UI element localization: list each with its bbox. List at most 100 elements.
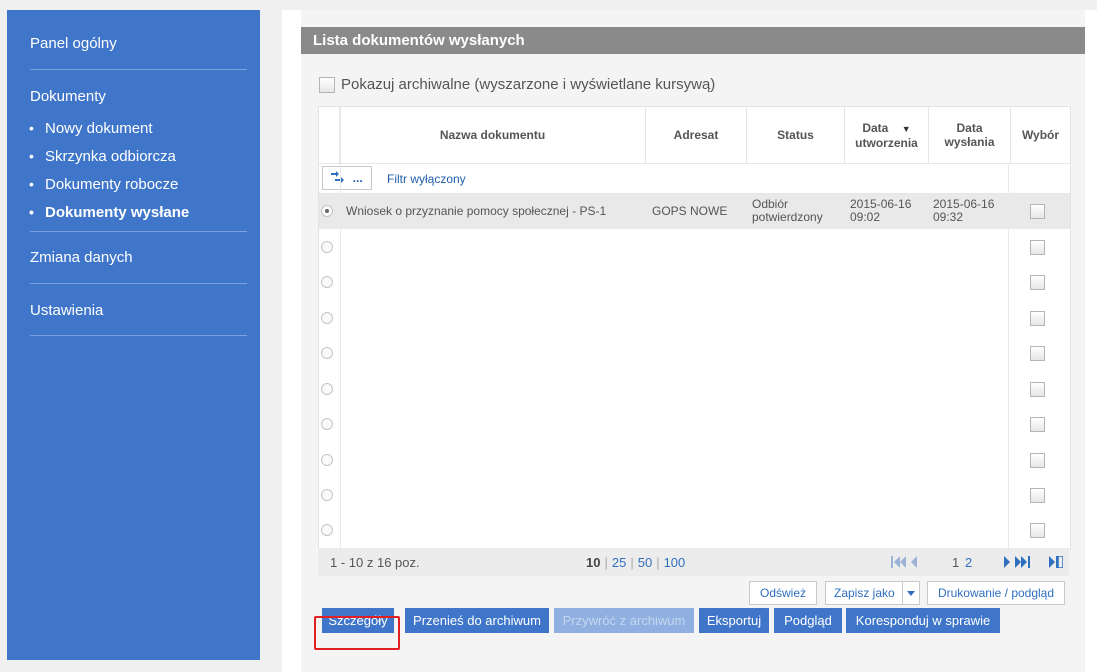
row-checkbox[interactable] (1030, 204, 1045, 219)
table-row[interactable] (319, 407, 1070, 442)
row-checkbox[interactable] (1030, 488, 1045, 503)
row-radio[interactable] (321, 418, 333, 430)
details-highlight-frame (314, 616, 400, 650)
row-radio[interactable] (321, 276, 333, 288)
sidebar: Panel ogólny Dokumenty • Nowy dokument • S… (7, 10, 260, 660)
header-wybor: Wybór (1021, 128, 1060, 142)
save-as-button[interactable]: Zapisz jako (825, 581, 903, 605)
nav-divider (30, 231, 247, 232)
table-row[interactable] (319, 230, 1070, 265)
cell-status: Odbiór potwierdzony (752, 198, 823, 224)
nav-item-label: Dokumenty wysłane (45, 204, 190, 221)
nav-item-nowy-dokument[interactable]: • Nowy dokument (29, 120, 153, 137)
nav-zmiana-danych[interactable]: Zmiana danych (30, 249, 133, 266)
filter-row: ... Filtr wyłączony (319, 163, 1070, 194)
cell-status-line1: Odbiór (752, 197, 789, 211)
row-radio[interactable] (321, 454, 333, 466)
table-row[interactable]: Wniosek o przyznanie pomocy społecznej -… (319, 194, 1070, 229)
header-nazwa[interactable]: Nazwa dokumentu (340, 107, 646, 163)
nav-divider (30, 69, 247, 70)
content-area: Lista dokumentów wysłanych Pokazuj archi… (301, 10, 1085, 672)
chevron-down-icon (907, 586, 915, 600)
page-1[interactable]: 1 (952, 555, 959, 570)
row-radio[interactable] (321, 312, 333, 324)
table-row[interactable] (319, 443, 1070, 478)
row-checkbox[interactable] (1030, 311, 1045, 326)
export-button[interactable]: Eksportuj (699, 608, 769, 633)
table-row[interactable] (319, 265, 1070, 300)
filter-status[interactable]: Filtr wyłączony (387, 172, 466, 186)
header-data-utw-line2: utworzenia (855, 135, 918, 150)
nav-panel-ogolny[interactable]: Panel ogólny (30, 35, 117, 52)
header-data-wys-line2: wysłania (944, 135, 995, 149)
row-radio[interactable] (321, 205, 333, 217)
bullet-icon: • (29, 176, 34, 192)
top-band (282, 0, 1097, 10)
table-row[interactable] (319, 336, 1070, 371)
nav-item-dokumenty-robocze[interactable]: • Dokumenty robocze (29, 176, 178, 193)
preview-button[interactable]: Podgląd (774, 608, 842, 633)
row-checkbox[interactable] (1030, 346, 1045, 361)
table-row[interactable] (319, 372, 1070, 407)
nav-item-label: Skrzynka odbiorcza (45, 148, 176, 165)
bullet-icon: • (29, 204, 34, 220)
correspond-button[interactable]: Koresponduj w sprawie (846, 608, 1000, 633)
row-radio[interactable] (321, 524, 333, 536)
archive-checkbox[interactable] (319, 77, 335, 94)
save-as-dropdown[interactable] (902, 581, 920, 605)
page-size-selector: 10 | 25 | 50 | 100 (586, 555, 686, 570)
nav-item-label: Nowy dokument (45, 120, 153, 137)
nav-dokumenty[interactable]: Dokumenty (30, 88, 106, 105)
filter-button[interactable]: ... (322, 166, 372, 190)
table-row[interactable] (319, 513, 1070, 548)
nav-ustawienia[interactable]: Ustawienia (30, 302, 103, 319)
cell-utw-date: 2015-06-16 (850, 197, 912, 211)
sort-arrow-icon: ▼ (901, 123, 911, 134)
restore-from-archive-button[interactable]: Przywróć z archiwum (554, 608, 694, 633)
last-page-icon[interactable] (1049, 555, 1064, 571)
documents-table: Nazwa dokumentu Adresat Status Data ▼ ut… (318, 106, 1071, 550)
next-page-icon[interactable] (1004, 556, 1030, 571)
cell-status-line2: potwierdzony (752, 210, 823, 224)
refresh-button[interactable]: Odśwież (749, 581, 817, 605)
header-status[interactable]: Status (747, 107, 845, 163)
list-title: Lista dokumentów wysłanych (301, 27, 1085, 54)
row-checkbox[interactable] (1030, 523, 1045, 538)
row-checkbox[interactable] (1030, 453, 1045, 468)
header-data-wyslania[interactable]: Data wysłania (929, 107, 1011, 163)
pager: 1 - 10 z 16 poz. 10 | 25 | 50 | 100 1 2 (318, 548, 1069, 576)
table-row[interactable] (319, 478, 1070, 513)
row-checkbox[interactable] (1030, 240, 1045, 255)
row-checkbox[interactable] (1030, 382, 1045, 397)
header-data-utw-line1: Data (862, 120, 889, 135)
nav-item-skrzynka-odbiorcza[interactable]: • Skrzynka odbiorcza (29, 148, 176, 165)
header-adresat[interactable]: Adresat (646, 107, 747, 163)
row-checkbox[interactable] (1030, 417, 1045, 432)
header-radio (319, 107, 340, 163)
move-to-archive-button[interactable]: Przenieś do archiwum (405, 608, 549, 633)
cell-utw-time: 09:02 (850, 210, 881, 224)
nav-divider (30, 283, 247, 284)
first-page-icon[interactable] (891, 556, 917, 571)
pager-range: 1 - 10 z 16 poz. (330, 555, 420, 570)
cell-adresat: GOPS NOWE (652, 204, 728, 218)
row-checkbox[interactable] (1030, 275, 1045, 290)
row-radio[interactable] (321, 241, 333, 253)
nav-item-dokumenty-wyslane[interactable]: • Dokumenty wysłane (29, 204, 189, 221)
page-size-25[interactable]: 25 (612, 555, 626, 570)
table-row[interactable] (319, 301, 1070, 336)
cell-wys-date: 2015-06-16 (933, 197, 995, 211)
header-data-wys-line1: Data (956, 121, 983, 135)
row-radio[interactable] (321, 347, 333, 359)
header-data-utworzenia[interactable]: Data ▼ utworzenia (845, 107, 929, 163)
page-size-50[interactable]: 50 (638, 555, 652, 570)
page-size-100[interactable]: 100 (664, 555, 686, 570)
row-radio[interactable] (321, 489, 333, 501)
bullet-icon: • (29, 120, 34, 136)
archive-toggle[interactable]: Pokazuj archiwalne (wyszarzone i wyświet… (319, 76, 715, 94)
print-preview-button[interactable]: Drukowanie / podgląd (927, 581, 1065, 605)
main-panel: Lista dokumentów wysłanych Pokazuj archi… (282, 0, 1097, 672)
page-size-10[interactable]: 10 (586, 555, 600, 570)
page-2[interactable]: 2 (965, 555, 972, 570)
row-radio[interactable] (321, 383, 333, 395)
